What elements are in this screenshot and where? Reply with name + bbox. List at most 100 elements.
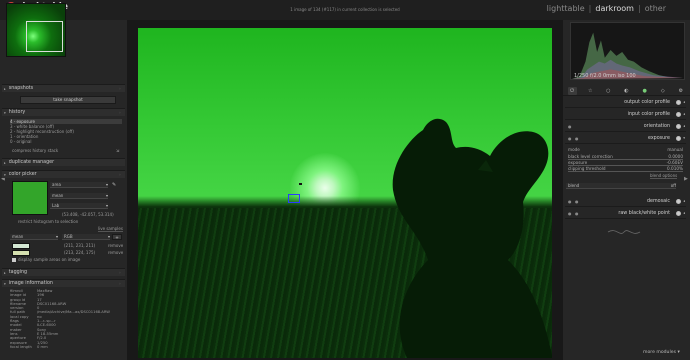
- view-separator: |: [637, 4, 641, 13]
- blend-options-label: blend options: [650, 173, 678, 179]
- remove-sample-button[interactable]: remove: [108, 243, 123, 248]
- more-modules-label: more modules: [643, 350, 676, 355]
- slider-track[interactable]: [568, 171, 683, 172]
- collapse-icon[interactable]: ▾: [683, 136, 685, 140]
- section-tagging[interactable]: ▸ tagging ◦: [2, 268, 125, 276]
- section-snapshots[interactable]: ▸ snapshots ◦: [2, 84, 125, 92]
- section-label: duplicate manager: [8, 160, 55, 165]
- view-other[interactable]: other: [645, 4, 666, 13]
- power-icon[interactable]: ⏻: [567, 86, 577, 95]
- reset-icon[interactable]: ◦: [119, 281, 121, 286]
- add-sample-button[interactable]: +: [112, 234, 122, 240]
- sample-swatch[interactable]: [12, 243, 30, 249]
- section-label: snapshots: [8, 86, 34, 91]
- reset-icon[interactable]: ◦: [119, 110, 121, 115]
- reset-icon[interactable]: ◦: [119, 86, 121, 91]
- reset-icon[interactable]: ●: [575, 199, 579, 204]
- navigation-thumbnail[interactable]: [6, 3, 66, 57]
- sliders-icon[interactable]: ◇: [658, 87, 667, 95]
- view-lighttable[interactable]: lighttable: [547, 4, 585, 13]
- more-modules-button[interactable]: more modules ▾: [643, 350, 680, 355]
- view-switcher: lighttable | darkroom | other: [547, 4, 666, 13]
- section-duplicate-manager[interactable]: ▸ duplicate manager: [2, 158, 125, 166]
- circle-icon[interactable]: ○: [604, 87, 613, 95]
- module-output-color-profile[interactable]: output color profile ◂: [565, 97, 686, 108]
- main-image[interactable]: [138, 28, 552, 358]
- expand-icon: ▾: [4, 172, 6, 177]
- module-orientation[interactable]: ● orientation ◂: [565, 121, 686, 132]
- half-circle-icon[interactable]: ◐: [622, 87, 631, 95]
- histogram[interactable]: [570, 22, 685, 80]
- module-power-icon[interactable]: [676, 210, 681, 216]
- view-darkroom[interactable]: darkroom: [595, 4, 634, 13]
- sample-value: (213, 224, 175): [64, 250, 96, 255]
- live-samples-label: live samples: [98, 226, 123, 232]
- multi-instance-icon[interactable]: ●: [568, 211, 572, 216]
- exposure-mode-row[interactable]: mode manual: [568, 147, 683, 152]
- expand-icon[interactable]: ◂: [683, 124, 685, 128]
- picker-colorspace-select[interactable]: Lab ▾: [50, 203, 108, 209]
- section-image-information[interactable]: ▾ image information ◦: [2, 279, 125, 287]
- reset-icon[interactable]: ●: [575, 211, 579, 216]
- sample-colorspace-select[interactable]: RGB ▾: [62, 234, 110, 240]
- section-label: tagging: [8, 270, 28, 275]
- picker-area-marker[interactable]: [288, 194, 300, 203]
- section-color-picker[interactable]: ▾ color picker ◦: [2, 170, 125, 178]
- star-icon[interactable]: ☆: [586, 87, 595, 95]
- section-label: color picker: [8, 172, 37, 177]
- chevron-down-icon: ▾: [105, 182, 108, 187]
- expand-icon[interactable]: ◂: [683, 211, 685, 215]
- module-demosaic[interactable]: ● ● demosaic ◂: [565, 196, 686, 207]
- module-label: exposure: [647, 135, 670, 141]
- section-label: history: [8, 110, 26, 115]
- param-value: manual: [667, 147, 683, 152]
- compress-history-button[interactable]: compress history stack: [12, 148, 58, 153]
- remove-sample-button[interactable]: remove: [108, 250, 123, 255]
- sample-value: (211, 231, 211): [64, 243, 96, 248]
- color-picker-icon[interactable]: ✎: [112, 182, 116, 188]
- multi-instance-icon[interactable]: ●: [568, 136, 572, 141]
- reset-icon[interactable]: ◦: [119, 172, 121, 177]
- history-item[interactable]: 0 - original: [10, 139, 122, 144]
- picked-color-swatch: [12, 181, 48, 215]
- view-separator: |: [588, 4, 592, 13]
- module-raw-black-white-point[interactable]: ● ● raw black/white point ◂: [565, 208, 686, 219]
- sample-statistic-select[interactable]: mean ▾: [10, 234, 58, 240]
- image-info-row: focal length 0 mm: [10, 345, 124, 349]
- picker-mode-select[interactable]: area ▾: [50, 182, 108, 188]
- reset-icon[interactable]: ●: [575, 136, 579, 141]
- module-label: orientation: [643, 123, 670, 129]
- module-power-icon[interactable]: [676, 135, 681, 141]
- expand-icon[interactable]: ◂: [683, 199, 685, 203]
- expand-icon[interactable]: ◂: [683, 112, 685, 116]
- module-power-icon[interactable]: [676, 99, 681, 105]
- collapse-right-arrow-icon[interactable]: ▶: [684, 176, 688, 182]
- take-snapshot-button[interactable]: take snapshot: [20, 96, 116, 104]
- sample-model-value: RGB: [64, 234, 73, 239]
- reset-icon[interactable]: ◦: [119, 270, 121, 275]
- truncate-history-icon[interactable]: ⇲: [116, 148, 119, 153]
- picker-statistic-select[interactable]: mean ▾: [50, 193, 108, 199]
- module-power-icon[interactable]: [676, 123, 681, 129]
- restrict-histogram-toggle[interactable]: restrict histogram to selection: [18, 219, 78, 224]
- module-input-color-profile[interactable]: input color profile ◂: [565, 109, 686, 120]
- gear-icon[interactable]: ⚙: [676, 87, 685, 95]
- display-samples-checkbox[interactable]: [12, 258, 16, 262]
- sample-point-marker[interactable]: [299, 183, 302, 185]
- section-label: image information: [8, 281, 53, 286]
- dog-silhouette: [392, 118, 552, 358]
- picker-model-value: Lab: [52, 203, 60, 208]
- expand-icon[interactable]: ◂: [683, 100, 685, 104]
- module-power-icon[interactable]: [676, 111, 681, 117]
- color-circle-icon[interactable]: ●: [640, 87, 649, 95]
- multi-instance-icon[interactable]: ●: [568, 199, 572, 204]
- module-label: output color profile: [624, 99, 670, 105]
- module-exposure[interactable]: ● ● exposure ▾: [565, 133, 686, 144]
- chevron-down-icon: ▾: [105, 193, 108, 198]
- blend-mode-select[interactable]: blend off: [566, 183, 676, 189]
- section-history[interactable]: ▾ history ◦: [2, 108, 125, 116]
- navigation-viewport-box[interactable]: [26, 21, 63, 52]
- multi-instance-icon[interactable]: ●: [568, 124, 572, 129]
- sample-swatch[interactable]: [12, 250, 30, 256]
- module-power-icon[interactable]: [676, 198, 681, 204]
